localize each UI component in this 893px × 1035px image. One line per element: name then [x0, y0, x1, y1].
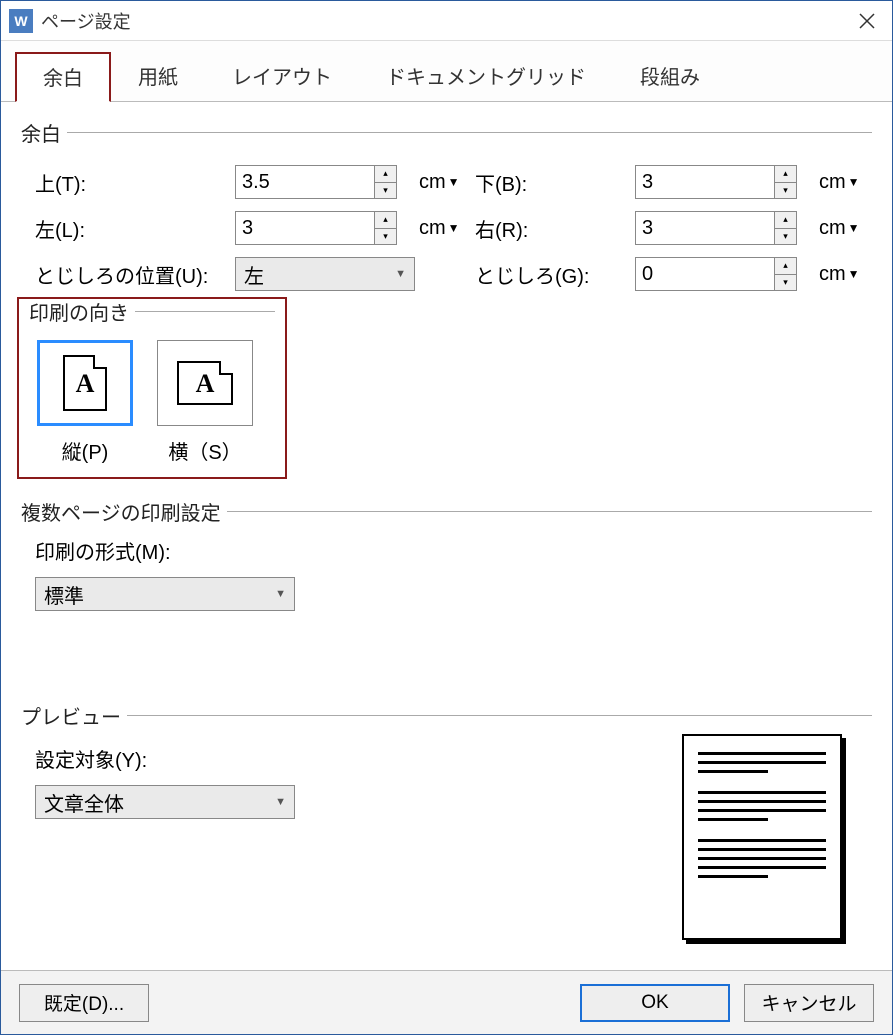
multipage-group-label: 複数ページの印刷設定 — [21, 497, 221, 526]
gutter-spinner[interactable]: ▴ ▾ — [635, 257, 815, 291]
orientation-portrait-label: 縦(P) — [37, 436, 133, 465]
spin-up-icon[interactable]: ▴ — [375, 212, 396, 229]
right-margin-label: 右(R): — [475, 214, 635, 243]
orientation-group-title: 印刷の向き — [29, 297, 275, 326]
apply-to-combo[interactable]: 文章全体 ▼ — [35, 785, 295, 819]
orientation-row: A 縦(P) A 横（S） — [37, 340, 267, 465]
gutter-input[interactable] — [635, 257, 775, 291]
divider — [127, 715, 872, 716]
orientation-portrait-button[interactable]: A — [37, 340, 133, 426]
margins-grid: 上(T): ▴ ▾ cm▼ 下(B): ▴ ▾ cm▼ 左(L): — [35, 165, 872, 291]
gutter-pos-combo[interactable]: 左 ▼ — [235, 257, 415, 291]
chevron-down-icon: ▼ — [275, 588, 286, 600]
spin-up-icon[interactable]: ▴ — [375, 166, 396, 183]
print-format-combo[interactable]: 標準 ▼ — [35, 577, 295, 611]
close-button[interactable] — [842, 1, 892, 41]
left-margin-unit[interactable]: cm▼ — [415, 217, 475, 240]
chevron-down-icon: ▼ — [848, 267, 860, 281]
print-format-value: 標準 — [44, 580, 84, 609]
right-margin-input[interactable] — [635, 211, 775, 245]
orientation-portrait-item: A 縦(P) — [37, 340, 133, 465]
chevron-down-icon: ▼ — [448, 221, 460, 235]
divider — [227, 511, 872, 512]
divider — [135, 311, 275, 312]
default-button[interactable]: 既定(D)... — [19, 984, 149, 1022]
apply-to-label: 設定対象(Y): — [35, 744, 295, 773]
preview-left: 設定対象(Y): 文章全体 ▼ — [21, 734, 295, 819]
spin-down-icon[interactable]: ▾ — [775, 275, 796, 291]
gutter-pos-value: 左 — [244, 260, 264, 289]
spin-up-icon[interactable]: ▴ — [775, 212, 796, 229]
window-title: ページ設定 — [41, 8, 842, 34]
bottom-margin-input[interactable] — [635, 165, 775, 199]
footer: 既定(D)... OK キャンセル — [1, 970, 892, 1034]
gutter-label: とじしろ(G): — [475, 260, 635, 289]
spin-up-icon[interactable]: ▴ — [775, 166, 796, 183]
spin-down-icon[interactable]: ▾ — [775, 229, 796, 245]
gutter-pos-label: とじしろの位置(U): — [35, 260, 235, 289]
close-icon — [859, 13, 875, 29]
right-margin-unit[interactable]: cm▼ — [815, 217, 875, 240]
print-format-label: 印刷の形式(M): — [35, 536, 872, 565]
preview-group-title: プレビュー — [21, 701, 872, 730]
cancel-button[interactable]: キャンセル — [744, 984, 874, 1022]
preview-group-label: プレビュー — [21, 701, 121, 730]
portrait-page-icon: A — [63, 355, 107, 411]
spin-down-icon[interactable]: ▾ — [775, 183, 796, 199]
orientation-group-label: 印刷の向き — [29, 297, 129, 326]
app-icon: W — [9, 9, 33, 33]
spin-down-icon[interactable]: ▾ — [375, 183, 396, 199]
spinner-buttons: ▴ ▾ — [375, 165, 397, 199]
tab-paper[interactable]: 用紙 — [111, 52, 205, 102]
top-margin-unit[interactable]: cm▼ — [415, 171, 475, 194]
orientation-landscape-item: A 横（S） — [157, 340, 253, 465]
chevron-down-icon: ▼ — [395, 268, 406, 280]
spinner-buttons: ▴ ▾ — [775, 211, 797, 245]
bottom-margin-label: 下(B): — [475, 168, 635, 197]
left-margin-input[interactable] — [235, 211, 375, 245]
chevron-down-icon: ▼ — [848, 221, 860, 235]
top-margin-label: 上(T): — [35, 168, 235, 197]
bottom-margin-unit[interactable]: cm▼ — [815, 171, 875, 194]
spinner-buttons: ▴ ▾ — [375, 211, 397, 245]
tab-margins[interactable]: 余白 — [15, 52, 111, 102]
spinner-buttons: ▴ ▾ — [775, 165, 797, 199]
apply-to-value: 文章全体 — [44, 788, 124, 817]
landscape-page-icon: A — [177, 361, 233, 405]
orientation-group: 印刷の向き A 縦(P) A 横（S） — [17, 297, 287, 479]
orientation-landscape-label: 横（S） — [157, 436, 253, 465]
chevron-down-icon: ▼ — [848, 175, 860, 189]
top-margin-input[interactable] — [235, 165, 375, 199]
page-preview-icon — [682, 734, 842, 940]
left-margin-spinner[interactable]: ▴ ▾ — [235, 211, 415, 245]
tab-layout[interactable]: レイアウト — [205, 52, 359, 102]
right-margin-spinner[interactable]: ▴ ▾ — [635, 211, 815, 245]
preview-row: 設定対象(Y): 文章全体 ▼ — [21, 734, 872, 940]
spinner-buttons: ▴ ▾ — [775, 257, 797, 291]
multipage-group-title: 複数ページの印刷設定 — [21, 497, 872, 526]
tab-columns[interactable]: 段組み — [613, 52, 727, 102]
margins-group-title: 余白 — [21, 118, 872, 147]
top-margin-spinner[interactable]: ▴ ▾ — [235, 165, 415, 199]
gutter-unit[interactable]: cm▼ — [815, 263, 875, 286]
margins-group-label: 余白 — [21, 118, 61, 147]
chevron-down-icon: ▼ — [275, 796, 286, 808]
spin-up-icon[interactable]: ▴ — [775, 258, 796, 275]
spin-down-icon[interactable]: ▾ — [375, 229, 396, 245]
ok-button[interactable]: OK — [580, 984, 730, 1022]
tab-grid[interactable]: ドキュメントグリッド — [359, 52, 613, 102]
tabstrip: 余白 用紙 レイアウト ドキュメントグリッド 段組み — [1, 41, 892, 102]
left-margin-label: 左(L): — [35, 214, 235, 243]
content-area: 余白 上(T): ▴ ▾ cm▼ 下(B): ▴ ▾ cm▼ — [1, 102, 892, 970]
page-setup-dialog: W ページ設定 余白 用紙 レイアウト ドキュメントグリッド 段組み 余白 上(… — [0, 0, 893, 1035]
orientation-landscape-button[interactable]: A — [157, 340, 253, 426]
chevron-down-icon: ▼ — [448, 175, 460, 189]
titlebar: W ページ設定 — [1, 1, 892, 41]
bottom-margin-spinner[interactable]: ▴ ▾ — [635, 165, 815, 199]
divider — [67, 132, 872, 133]
